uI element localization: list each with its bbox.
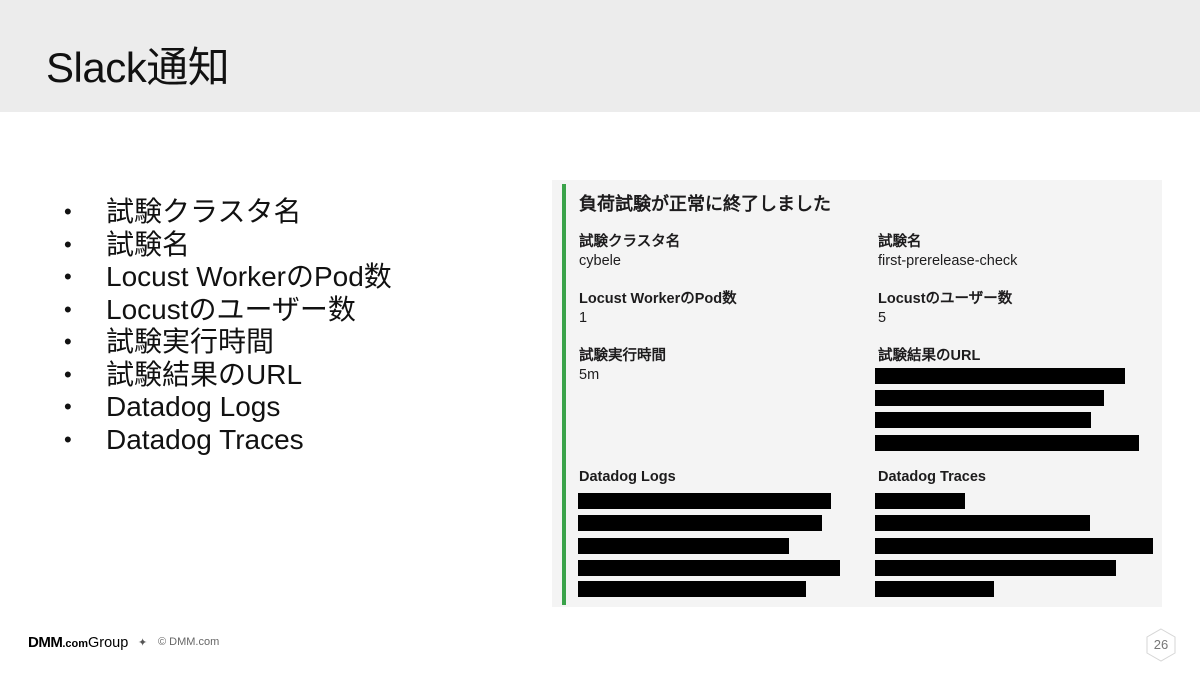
- bullet-dot: •: [64, 199, 72, 224]
- bullet-text: Locustのユーザー数: [106, 293, 356, 325]
- redacted-block: [578, 581, 806, 597]
- slide-title: Slack通知: [46, 44, 230, 91]
- bullet-item: • Datadog Traces: [62, 424, 392, 457]
- redacted-block: [875, 493, 965, 509]
- logo-dmm: DMM: [28, 634, 63, 651]
- redacted-block: [875, 560, 1116, 576]
- redacted-block: [875, 412, 1091, 428]
- bullet-item: • Datadog Logs: [62, 391, 392, 424]
- bullet-text: Locust WorkerのPod数: [106, 261, 392, 292]
- copyright-text: © DMM.com: [158, 636, 220, 648]
- bullet-dot: •: [64, 296, 72, 322]
- duration-value: 5m: [579, 367, 600, 383]
- notification-heading: 負荷試験が正常に終了しました: [579, 194, 831, 214]
- worker-pods-label: Locust WorkerのPod数: [579, 291, 737, 307]
- redacted-block: [578, 515, 822, 531]
- bullet-text: 試験実行時間: [106, 326, 275, 357]
- worker-pods-value: 1: [579, 310, 588, 326]
- users-value: 5: [878, 310, 887, 326]
- message-accent-bar: [562, 184, 566, 605]
- slack-notification-screenshot: 負荷試験が正常に終了しました 試験クラスタ名 cybele 試験名 first-…: [552, 180, 1162, 607]
- bullet-dot: •: [64, 394, 72, 419]
- bullet-item: • Locust WorkerのPod数: [62, 261, 392, 294]
- redacted-block: [875, 368, 1125, 384]
- test-name-value: first-prerelease-check: [878, 253, 1018, 269]
- duration-label: 試験実行時間: [579, 348, 666, 364]
- result-url-label: 試験結果のURL: [878, 348, 981, 364]
- bullet-dot: •: [64, 329, 72, 354]
- redacted-block: [578, 560, 840, 576]
- bullet-item: • 試験クラスタ名: [62, 196, 392, 229]
- users-label: Locustのユーザー数: [878, 291, 1013, 307]
- bullet-text: 試験クラスタ名: [106, 196, 302, 227]
- bullet-item: • 試験結果のURL: [62, 359, 392, 392]
- bullet-item: • 試験名: [62, 229, 392, 262]
- bullet-text: Datadog Traces: [106, 423, 304, 455]
- bullet-text: Datadog Logs: [106, 391, 281, 422]
- bullet-text: 試験結果のURL: [106, 358, 303, 390]
- redacted-block: [578, 538, 789, 554]
- sparkle-icon: ✦: [138, 637, 148, 649]
- cluster-name-value: cybele: [579, 253, 621, 269]
- datadog-traces-label: Datadog Traces: [878, 469, 986, 485]
- redacted-block: [578, 493, 831, 509]
- cluster-name-label: 試験クラスタ名: [579, 234, 681, 250]
- redacted-block: [875, 538, 1153, 554]
- logo-group: Group: [88, 635, 129, 651]
- page-number: 26: [1153, 637, 1169, 652]
- bullet-dot: •: [64, 264, 72, 289]
- bullet-dot: •: [64, 361, 72, 387]
- bullet-list: • 試験クラスタ名 • 試験名 • Locust WorkerのPod数 • Locus…: [62, 196, 392, 456]
- bullet-item: • Locustのユーザー数: [62, 294, 392, 327]
- test-name-label: 試験名: [878, 234, 922, 250]
- redacted-block: [875, 515, 1090, 531]
- logo-com: .com: [62, 638, 89, 650]
- datadog-logs-label: Datadog Logs: [579, 469, 676, 485]
- redacted-block: [875, 581, 994, 597]
- redacted-block: [875, 435, 1139, 451]
- bullet-item: • 試験実行時間: [62, 326, 392, 359]
- dmm-group-logo: DMM.comGroup: [28, 634, 128, 651]
- bullet-text: 試験名: [106, 228, 191, 260]
- bullet-dot: •: [64, 231, 72, 257]
- bullet-dot: •: [64, 426, 72, 452]
- redacted-block: [875, 390, 1104, 406]
